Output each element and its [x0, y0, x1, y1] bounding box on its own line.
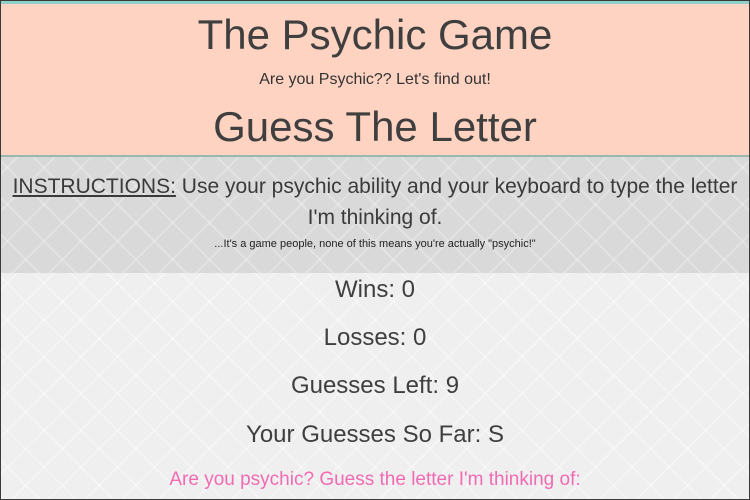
game-page: The Psychic Game Are you Psychic?? Let's… — [0, 0, 750, 500]
guess-prompt: Are you psychic? Guess the letter I'm th… — [169, 469, 581, 490]
losses-value: 0 — [413, 324, 427, 351]
header-banner: The Psychic Game Are you Psychic?? Let's… — [1, 1, 749, 157]
instructions-text: INSTRUCTIONS: Use your psychic ability a… — [9, 171, 741, 233]
instructions-panel: INSTRUCTIONS: Use your psychic ability a… — [1, 157, 749, 273]
losses-row: Losses: 0 — [1, 323, 749, 353]
instructions-body: Use your psychic ability and your keyboa… — [181, 175, 738, 229]
game-subtitle: Guess The Letter — [213, 103, 537, 150]
guesses-left-value: 9 — [445, 372, 460, 399]
guesses-so-far-row: Your Guesses So Far: S — [1, 420, 749, 450]
losses-label: Losses: — [323, 324, 407, 351]
wins-value: 0 — [401, 276, 416, 303]
game-title: The Psychic Game — [197, 11, 553, 58]
wins-label: Wins: — [334, 276, 395, 303]
instructions-label: INSTRUCTIONS: — [12, 175, 176, 198]
guesses-so-far-value: S — [487, 421, 504, 448]
guesses-left-row: Guesses Left: 9 — [1, 371, 749, 401]
guesses-so-far-label: Your Guesses So Far: — [246, 421, 482, 448]
wins-row: Wins: 0 — [1, 275, 749, 305]
guesses-left-label: Guesses Left: — [290, 372, 440, 399]
disclaimer-text: ...It's a game people, none of this mean… — [214, 238, 536, 250]
tagline: Are you Psychic?? Let's find out! — [259, 71, 491, 88]
